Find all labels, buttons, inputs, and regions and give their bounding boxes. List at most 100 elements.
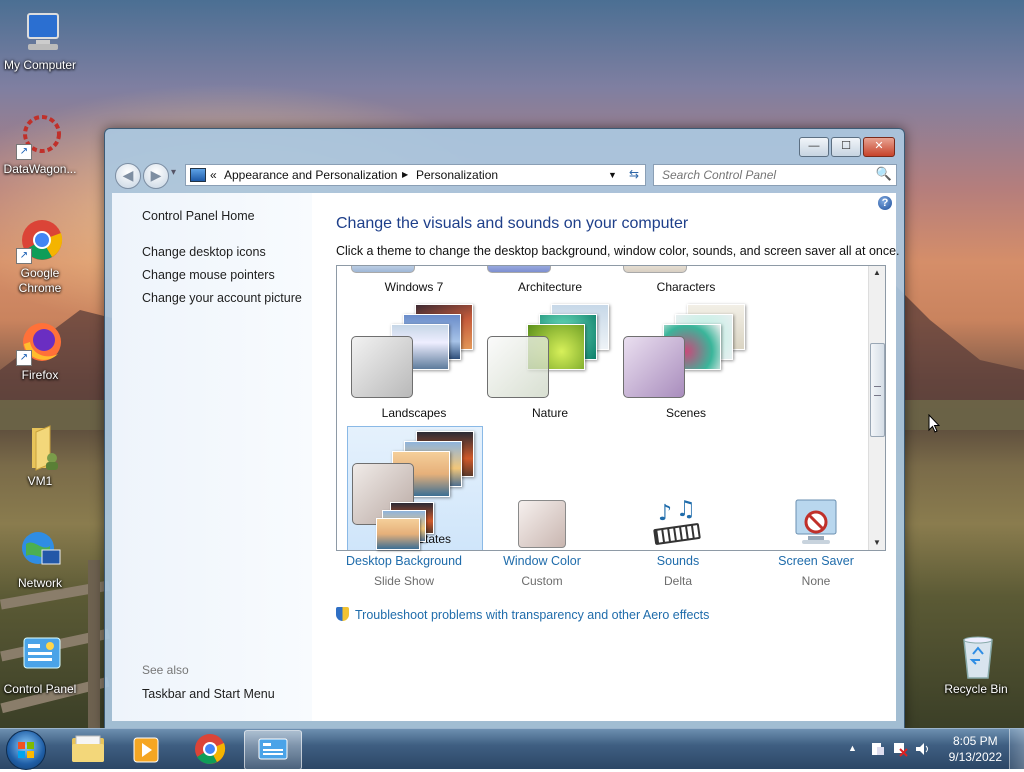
clock-time: 8:05 PM [952,734,998,748]
see-also-label: See also [142,663,189,677]
theme-color-swatch [351,336,413,398]
recycle-bin-icon [952,632,1000,680]
search-input[interactable] [660,167,874,183]
control-panel-icon [190,168,206,182]
help-icon[interactable]: ? [878,196,892,210]
show-desktop-button[interactable] [1009,729,1024,769]
theme-thumbnail-architecture[interactable] [487,266,551,273]
svg-text:♪: ♪ [658,501,672,526]
sounds-label[interactable]: Sounds [608,554,748,568]
chrome-icon [195,734,226,764]
address-overflow-chevron[interactable]: « [210,168,217,182]
troubleshoot-label[interactable]: Troubleshoot problems with transparency … [355,608,709,622]
recent-pages-dropdown[interactable]: ▾ [171,167,176,178]
desktop-icon-my-computer[interactable]: My Computer [0,8,80,73]
media-player-icon [133,737,159,763]
theme-thumbnail-characters[interactable] [623,266,687,273]
taskbar-explorer-button[interactable] [60,730,116,768]
close-button[interactable]: ✕ [863,137,895,157]
breadcrumb-separator-icon[interactable]: ▶ [402,170,408,179]
search-icon[interactable]: 🔍 [876,166,892,182]
screen-saver-value: None [801,574,831,588]
taskbar-control-panel-button[interactable] [244,730,302,770]
change-mouse-pointers-link[interactable]: Change mouse pointers [142,268,275,282]
theme-label-architecture[interactable]: Architecture [485,280,615,294]
control-panel-icon [258,738,288,760]
mouse-cursor-icon [928,414,940,433]
window-client-area: Control Panel Home Change desktop icons … [112,193,900,721]
troubleshoot-transparency-link[interactable]: Troubleshoot problems with transparency … [336,607,709,622]
desktop-icon-firefox[interactable]: ↗ Firefox [0,318,80,383]
sounds-setting[interactable]: ♪ ♫ Sounds Delta [608,497,748,588]
breadcrumb-appearance-and-personalization[interactable]: Appearance and Personalization [224,168,397,182]
volume-icon[interactable] [914,741,930,757]
change-account-picture-link[interactable]: Change your account picture [142,291,302,305]
theme-label-windows-7[interactable]: Windows 7 [349,280,479,294]
desktop-background-icon [376,498,434,550]
desktop-icon-label: DataWagon... [3,162,77,176]
desktop-icon-recycle-bin[interactable]: Recycle Bin [936,632,1016,697]
scroll-thumb[interactable] [870,343,885,437]
breadcrumb-personalization[interactable]: Personalization [416,168,498,182]
taskbar-and-start-menu-link[interactable]: Taskbar and Start Menu [142,687,275,701]
theme-thumbnail-windows-7[interactable] [351,266,415,273]
shortcut-arrow-icon: ↗ [16,248,32,264]
start-button[interactable] [6,730,46,770]
sounds-value: Delta [663,574,692,588]
desktop-icon-google-chrome[interactable]: ↗ Google Chrome [0,216,80,296]
file-explorer-icon [72,735,104,762]
desktop-icon-label: Google Chrome [18,266,62,295]
back-button[interactable]: ◀ [115,163,141,189]
desktop-icon-network[interactable]: Network [0,526,80,591]
theme-label-nature[interactable]: Nature [485,406,615,420]
action-center-icon[interactable] [870,741,886,757]
desktop-icon-datawagon[interactable]: ↗ DataWagon... [0,112,80,177]
refresh-button[interactable]: ⇆ [623,164,646,186]
desktop-background-setting[interactable]: Desktop Background Slide Show [334,498,474,588]
datawagon-icon: ↗ [16,112,64,160]
screen-saver-label[interactable]: Screen Saver [746,554,886,568]
taskbar: ▲ 8:05 PM 9/13/2022 [0,728,1024,770]
shortcut-arrow-icon: ↗ [16,144,32,160]
desktop-icon-label: Control Panel [3,682,77,696]
desktop-icon-vm1[interactable]: VM1 [0,424,80,489]
window-color-label[interactable]: Window Color [472,554,612,568]
search-box[interactable]: 🔍 [653,164,897,186]
change-desktop-icons-link[interactable]: Change desktop icons [142,245,266,259]
screen-saver-icon [788,498,844,550]
minimize-button[interactable]: — [799,137,829,157]
windows-logo-icon [18,742,34,758]
screen-saver-setting[interactable]: Screen Saver None [746,498,886,588]
network-status-icon[interactable] [892,741,908,757]
address-dropdown-icon[interactable]: ▼ [608,170,617,180]
system-clock[interactable]: 8:05 PM 9/13/2022 [949,733,1002,765]
desktop-icon-label: Recycle Bin [944,682,1008,696]
theme-color-swatch [623,336,685,398]
control-panel-home-link[interactable]: Control Panel Home [142,209,255,223]
window-color-value: Custom [521,574,563,588]
desktop-background-label[interactable]: Desktop Background [334,554,474,568]
forward-button[interactable]: ▶ [143,163,169,189]
address-bar[interactable]: « Appearance and Personalization ▶ Perso… [185,164,627,186]
page-title: Change the visuals and sounds on your co… [336,215,689,232]
theme-label-landscapes[interactable]: Landscapes [349,406,479,420]
maximize-button[interactable]: ☐ [831,137,861,157]
computer-icon [16,8,64,56]
show-hidden-icons-button[interactable]: ▲ [848,743,857,753]
main-content: ? Change the visuals and sounds on your … [312,193,900,721]
scroll-up-arrow[interactable]: ▲ [869,266,885,280]
desktop-icon-control-panel[interactable]: Control Panel [0,632,80,697]
desktop-background-value: Slide Show [373,574,435,588]
theme-label-scenes[interactable]: Scenes [621,406,751,420]
navigation-bar: ◀ ▶ ▾ « Appearance and Personalization ▶… [113,161,897,189]
taskbar-media-player-button[interactable] [118,730,174,768]
personalization-window: — ☐ ✕ ◀ ▶ ▾ « Appearance and Personaliza… [104,128,905,730]
window-color-icon [514,498,570,550]
taskbar-chrome-button[interactable] [182,730,238,768]
theme-label-characters[interactable]: Characters [621,280,751,294]
scroll-grip [874,386,881,396]
desktop-icon-label: VM1 [27,474,53,488]
clock-date: 9/13/2022 [948,750,1002,764]
desktop-icon-label: My Computer [3,58,77,72]
window-color-setting[interactable]: Window Color Custom [472,498,612,588]
